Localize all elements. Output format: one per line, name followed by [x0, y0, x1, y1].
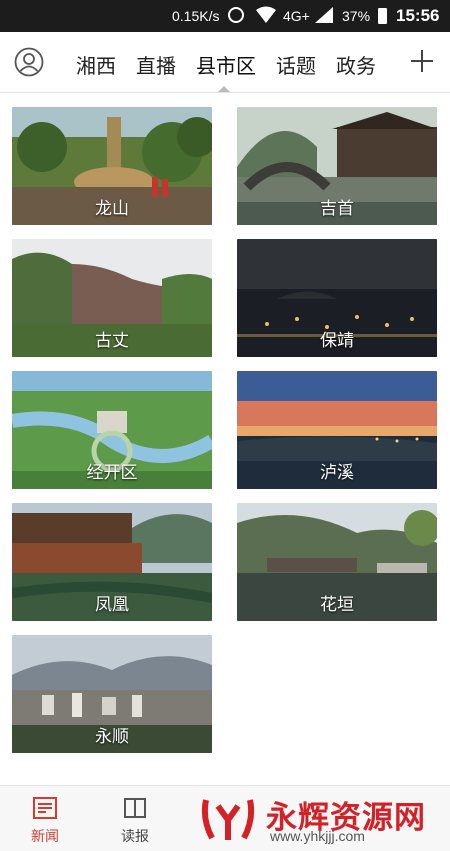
tab-xiangxi[interactable]: 湘西 — [76, 50, 116, 79]
region-tile-jingkaiqu[interactable]: 经开区 — [12, 371, 212, 489]
region-tile-huayuan[interactable]: 花垣 — [237, 503, 437, 621]
region-label: 经开区 — [86, 463, 138, 483]
network-type: 4G+ — [283, 8, 310, 24]
region-tile-luxi[interactable]: 泸溪 — [237, 371, 437, 489]
region-label: 花垣 — [320, 595, 354, 615]
tab-live[interactable]: 直播 — [136, 50, 176, 79]
region-tile-baojing[interactable]: 保靖 — [237, 239, 437, 357]
region-label: 永顺 — [95, 727, 129, 747]
newspaper-icon — [33, 797, 57, 819]
bottom-tab-label: 新闻 — [31, 829, 59, 845]
bottom-tab-news[interactable]: 新闻 — [5, 786, 85, 851]
status-bar: 0.15K/s 4G+ 37% 15:56 — [0, 0, 450, 32]
bottom-tab-label: 读报 — [121, 829, 149, 845]
tab-counties[interactable]: 县市区 — [196, 50, 256, 79]
book-icon — [124, 798, 146, 818]
signal-icon — [315, 7, 333, 23]
region-label: 古丈 — [95, 331, 129, 351]
wifi-icon — [256, 6, 276, 23]
region-label: 泸溪 — [320, 463, 354, 483]
watermark: 永辉资源网 www.yhkjjj.com — [200, 790, 450, 850]
clock: 15:56 — [396, 6, 440, 25]
battery-percent: 37% — [342, 8, 371, 24]
tab-government[interactable]: 政务 — [336, 50, 376, 79]
region-tile-fenghuang[interactable]: 凤凰 — [12, 503, 212, 621]
region-label: 保靖 — [320, 331, 354, 351]
user-avatar-icon[interactable] — [14, 47, 44, 77]
region-tile-guzhang[interactable]: 古丈 — [12, 239, 212, 357]
active-tab-indicator — [218, 86, 230, 92]
region-label: 吉首 — [320, 199, 354, 219]
region-grid: 龙山 吉首 古丈 保靖 经开区 泸溪 凤凰 花垣 永顺 — [0, 93, 450, 783]
bottom-tab-reader[interactable]: 读报 — [95, 786, 175, 851]
add-channel-icon[interactable] — [410, 49, 434, 73]
battery-icon — [378, 8, 387, 24]
region-label: 龙山 — [95, 199, 129, 219]
region-label: 凤凰 — [95, 595, 129, 615]
region-tile-longshan[interactable]: 龙山 — [12, 107, 212, 225]
network-speed: 0.15K/s — [172, 8, 220, 24]
region-tile-yongshun[interactable]: 永顺 — [12, 635, 212, 753]
tab-topics[interactable]: 话题 — [276, 50, 316, 79]
watermark-url: www.yhkjjj.com — [270, 828, 365, 844]
watermark-logo-icon — [201, 799, 255, 840]
region-tile-jishou[interactable]: 吉首 — [237, 107, 437, 225]
alarm-icon — [228, 7, 244, 23]
